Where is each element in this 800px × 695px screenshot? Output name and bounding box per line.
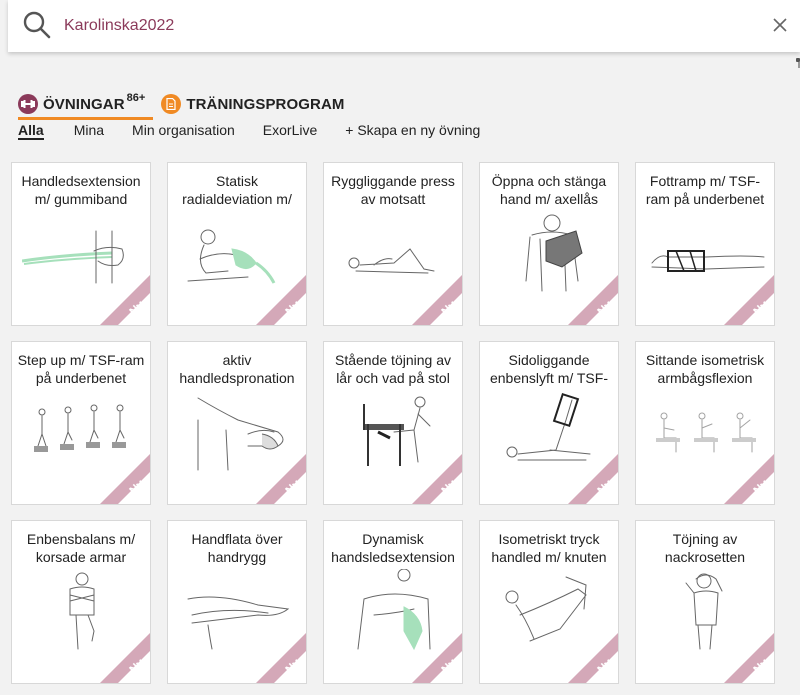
exercise-title: aktiv handledspronation (179, 352, 295, 386)
document-icon (161, 94, 182, 114)
create-exercise-link[interactable]: + Skapa en ny övning (345, 122, 480, 142)
new-badge: Ny (724, 275, 774, 325)
filter-exorlive[interactable]: ExorLive (263, 122, 317, 142)
new-badge: Ny (256, 633, 306, 683)
dumbbell-icon (18, 94, 38, 114)
new-badge: Ny (100, 454, 150, 504)
exercise-title: Step up m/ TSF-ram på underbenet (17, 352, 145, 386)
exercise-card[interactable]: Öppna och stänga hand m/ axellås Ny (479, 162, 619, 326)
exercise-count-badge: 86+ (126, 92, 146, 104)
search-input[interactable] (64, 17, 704, 35)
tab-bar: ÖVNINGAR 86+ TRÄNINGSPROGRAM (18, 92, 344, 120)
new-badge: Ny (412, 454, 462, 504)
new-badge: Ny (256, 275, 306, 325)
new-badge: Ny (568, 633, 618, 683)
exercise-title: Stående töjning av lår och vad på stol (335, 352, 451, 386)
exercise-card[interactable]: Sittande isometrisk armbågsflexion Ny (635, 341, 775, 505)
tab-training-programs[interactable]: TRÄNINGSPROGRAM (161, 92, 344, 120)
exercise-title: Dynamisk handsledsextension (331, 531, 455, 565)
exercise-card[interactable]: Fottramp m/ TSF-ram på underbenet Ny (635, 162, 775, 326)
close-icon[interactable] (770, 15, 790, 35)
tab-exercises-label: ÖVNINGAR (43, 95, 125, 113)
exercise-title: Fottramp m/ TSF-ram på underbenet (645, 173, 765, 207)
exercise-title: Ryggliggande press av motsatt (331, 173, 455, 207)
new-badge: Ny (724, 633, 774, 683)
exercise-card[interactable]: Handledsextension m/ gummiband Ny (11, 162, 151, 326)
new-badge: Ny (724, 454, 774, 504)
exercise-title: Sidoliggande enbenslyft m/ TSF- (489, 352, 608, 386)
filter-my-organisation[interactable]: Min organisation (132, 122, 235, 142)
exercise-title: Isometriskt tryck handled m/ knuten (491, 531, 607, 565)
new-badge: Ny (412, 633, 462, 683)
filter-mine[interactable]: Mina (74, 122, 104, 142)
exercise-title: Handflata över handrygg (191, 531, 283, 565)
search-bar (8, 0, 800, 52)
exercise-title: Öppna och stänga hand m/ axellås (491, 173, 607, 207)
exercise-title: Sittande isometrisk armbågsflexion (645, 352, 765, 386)
exercise-title: Töjning av nackrosetten (664, 531, 746, 565)
exercise-card[interactable]: aktiv handledspronation Ny (167, 341, 307, 505)
exercise-card[interactable]: Töjning av nackrosetten Ny (635, 520, 775, 684)
exercise-card[interactable]: Dynamisk handsledsextension Ny (323, 520, 463, 684)
exercise-card[interactable]: Statisk radialdeviation m/ Ny (167, 162, 307, 326)
tab-training-programs-label: TRÄNINGSPROGRAM (186, 95, 345, 113)
new-badge: Ny (568, 454, 618, 504)
exercise-card[interactable]: Sidoliggande enbenslyft m/ TSF- Ny (479, 341, 619, 505)
exercise-card[interactable]: Ryggliggande press av motsatt Ny (323, 162, 463, 326)
exercise-card[interactable]: Handflata över handrygg Ny (167, 520, 307, 684)
exercise-card[interactable]: Isometriskt tryck handled m/ knuten Ny (479, 520, 619, 684)
new-badge: Ny (100, 633, 150, 683)
exercise-card[interactable]: Step up m/ TSF-ram på underbenet Ny (11, 341, 151, 505)
new-badge: Ny (568, 275, 618, 325)
exercise-card[interactable]: Stående töjning av lår och vad på stol N… (323, 341, 463, 505)
new-badge: Ny (256, 454, 306, 504)
filter-all[interactable]: Alla (18, 122, 44, 140)
new-badge: Ny (412, 275, 462, 325)
exercise-title: Handledsextension m/ gummiband (21, 173, 141, 207)
exercise-card[interactable]: Enbensbalans m/ korsade armar Ny (11, 520, 151, 684)
filter-bar: Alla Mina Min organisation ExorLive + Sk… (18, 122, 508, 142)
exercise-title: Enbensbalans m/ korsade armar (26, 531, 136, 565)
tab-exercises[interactable]: ÖVNINGAR 86+ (18, 92, 154, 120)
new-badge: Ny (100, 275, 150, 325)
exercise-grid: Handledsextension m/ gummiband Ny Statis… (11, 162, 775, 684)
exercise-title: Statisk radialdeviation m/ (182, 173, 292, 207)
search-icon[interactable] (22, 10, 52, 40)
